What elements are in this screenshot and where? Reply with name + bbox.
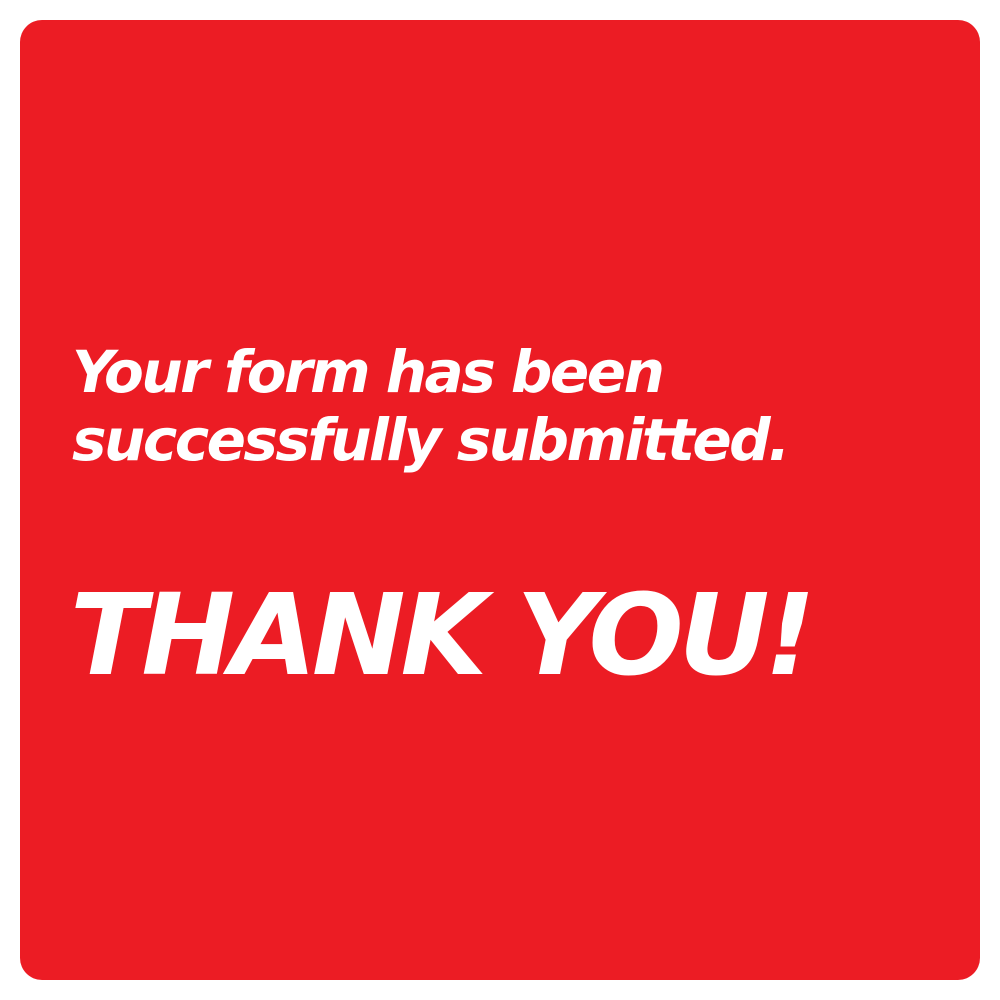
confirmation-card: Your form has been successfully submitte…: [20, 20, 980, 980]
thank-you-heading: THANK YOU!: [70, 571, 816, 701]
confirmation-message-line-1: Your form has been: [72, 338, 665, 406]
confirmation-message: Your form has been successfully submitte…: [72, 338, 790, 474]
confirmation-message-line-2: successfully submitted.: [72, 406, 790, 474]
